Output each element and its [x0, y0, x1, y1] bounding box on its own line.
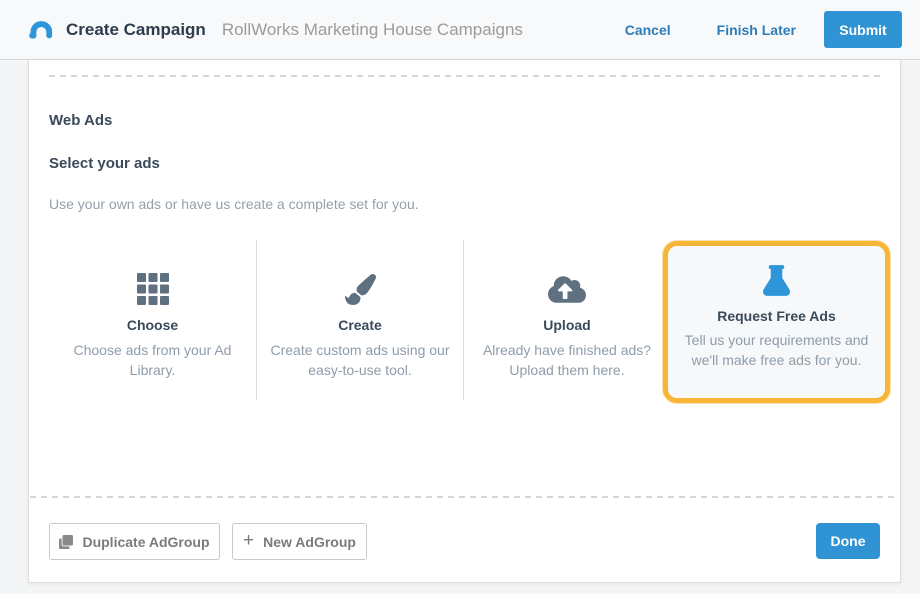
plus-icon: + [243, 530, 255, 551]
option-request-title: Request Free Ads [717, 308, 836, 324]
campaign-card: Web Ads Select your ads Use your own ads… [28, 60, 901, 583]
select-ads-heading: Select your ads [49, 155, 160, 172]
paint-brush-icon [344, 273, 376, 305]
duplicate-adgroup-button[interactable]: Duplicate AdGroup [49, 523, 220, 560]
web-ads-heading: Web Ads [49, 112, 113, 129]
new-adgroup-button[interactable]: + New AdGroup [232, 523, 367, 560]
submit-button[interactable]: Submit [824, 11, 902, 48]
select-ads-description: Use your own ads or have us create a com… [49, 196, 419, 212]
top-bar: Create Campaign RollWorks Marketing Hous… [0, 0, 920, 60]
option-choose[interactable]: Choose Choose ads from your Ad Library. [49, 240, 256, 400]
cancel-button[interactable]: Cancel [625, 22, 671, 38]
done-button[interactable]: Done [816, 523, 880, 559]
option-choose-title: Choose [126, 317, 179, 333]
campaign-name: RollWorks Marketing House Campaigns [221, 19, 523, 39]
ad-source-options: Choose Choose ads from your Ad Library. … [49, 240, 890, 408]
option-create-description: Create custom ads using our easy-to-use … [270, 342, 450, 378]
copy-icon [59, 534, 74, 549]
option-upload-title: Upload [543, 317, 591, 333]
option-request-free-ads[interactable]: Request Free Ads Tell us your requiremen… [663, 241, 890, 403]
rollworks-swoosh-icon [28, 17, 54, 43]
cloud-upload-icon [548, 273, 586, 305]
option-create-title: Create [338, 317, 382, 333]
option-upload[interactable]: Upload Already have finished ads? Upload… [463, 240, 670, 400]
option-request-description: Tell us your requirements and we'll make… [684, 332, 869, 368]
flask-icon [763, 265, 790, 296]
grid-icon [136, 273, 169, 305]
new-adgroup-label: New AdGroup [263, 533, 356, 550]
page-title: Create Campaign [66, 19, 206, 39]
finish-later-button[interactable]: Finish Later [717, 22, 796, 38]
option-upload-description: Already have finished ads? Upload them h… [482, 342, 652, 378]
top-dashed-divider [49, 75, 880, 77]
option-choose-description: Choose ads from your Ad Library. [73, 342, 232, 378]
duplicate-adgroup-label: Duplicate AdGroup [82, 533, 210, 550]
option-create[interactable]: Create Create custom ads using our easy-… [256, 240, 463, 400]
create-campaign-page: Create Campaign RollWorks Marketing Hous… [0, 0, 920, 594]
bottom-dashed-divider [30, 496, 899, 498]
top-bar-actions: Cancel Finish Later Submit [625, 11, 902, 48]
